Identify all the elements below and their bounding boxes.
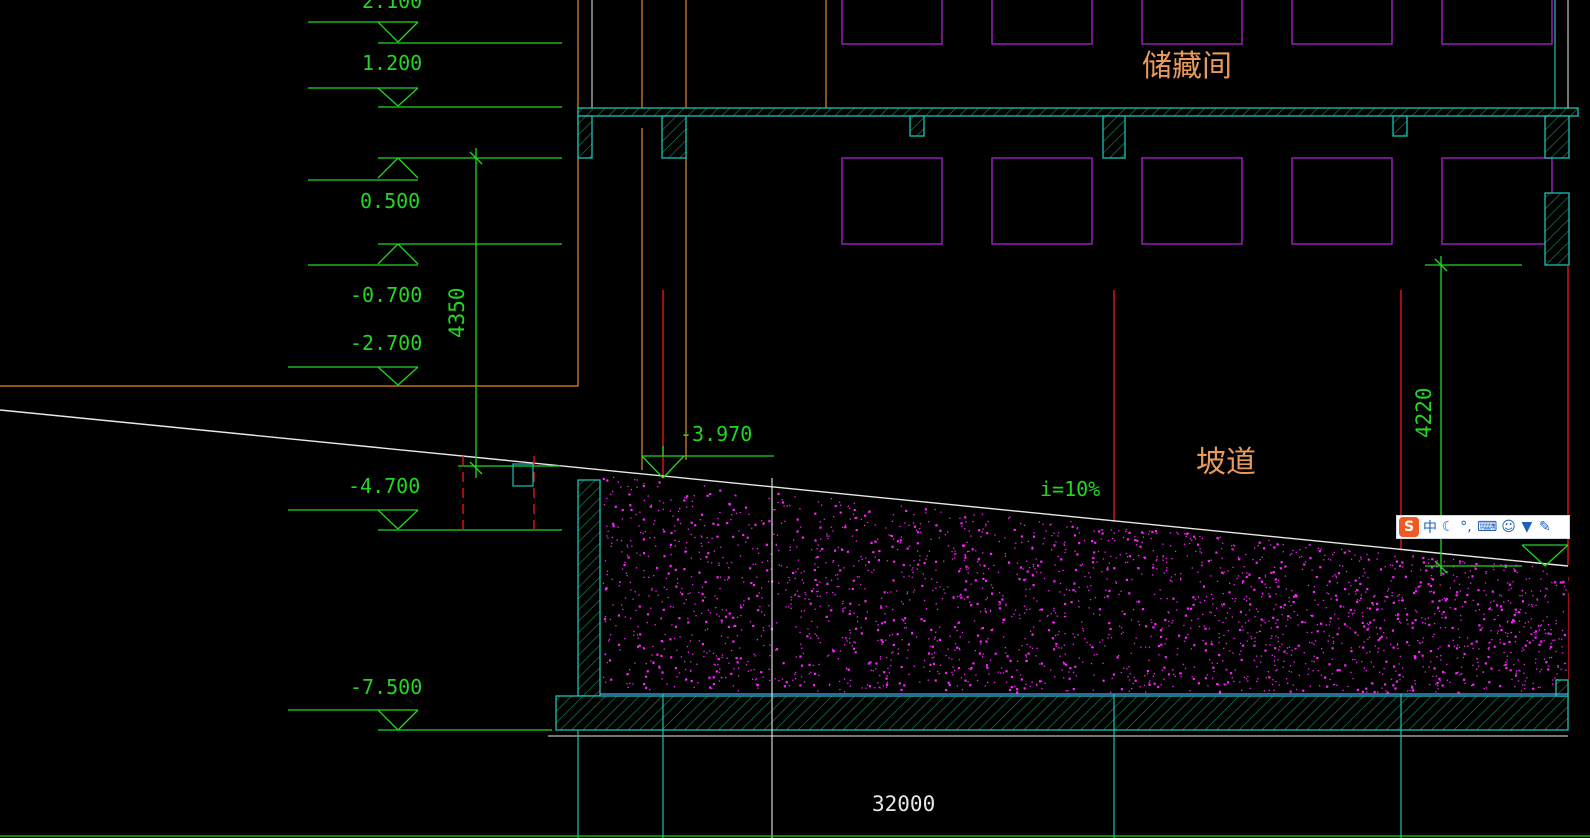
ramp-start-detail [462,456,535,530]
moon-icon[interactable]: ☾ [1441,519,1455,535]
cad-drawing-canvas[interactable]: 2.100 1.200 0.500 -0.700 -2.700 -3.970 -… [0,0,1590,838]
ime-toolbar[interactable]: S 中 ☾ °, ⌨ ☺ ▼ ✎ [1396,515,1570,539]
ramp-label: 坡道 [1196,445,1256,480]
shirt-icon[interactable]: ▼ [1520,519,1534,535]
slope-label: i=10% [1040,477,1100,501]
level-minus-0700: -0.700 [350,283,422,307]
level-minus-7500: -7.500 [350,675,422,699]
level-top-partial: 2.100 [362,0,422,13]
wrench-icon[interactable]: ✎ [1538,519,1552,535]
level-1200: 1.200 [362,51,422,75]
dimension-text-32000: 32000 [872,792,935,816]
level-minus-4700: -4.700 [348,474,420,498]
user-icon[interactable]: ☺ [1501,519,1516,535]
input-mode-toggle[interactable]: 中 [1423,517,1437,537]
punctuation-toggle[interactable]: °, [1459,519,1473,535]
level-minus-3970: -3.970 [680,422,752,446]
sogou-logo-icon[interactable]: S [1399,517,1419,537]
floor-slab [577,0,1579,266]
storage-room-label: 储藏间 [1142,49,1232,84]
lower-window-row [841,157,1553,245]
level-0500: 0.500 [360,189,420,213]
dimension-text-4350: 4350 [445,287,469,338]
keyboard-icon[interactable]: ⌨ [1477,519,1497,535]
upper-window-row [841,0,1553,45]
level-minus-2700: -2.700 [350,331,422,355]
ramp-fill [600,472,1568,694]
dimension-text-4220: 4220 [1412,387,1436,438]
dimension-4350 [458,148,560,478]
